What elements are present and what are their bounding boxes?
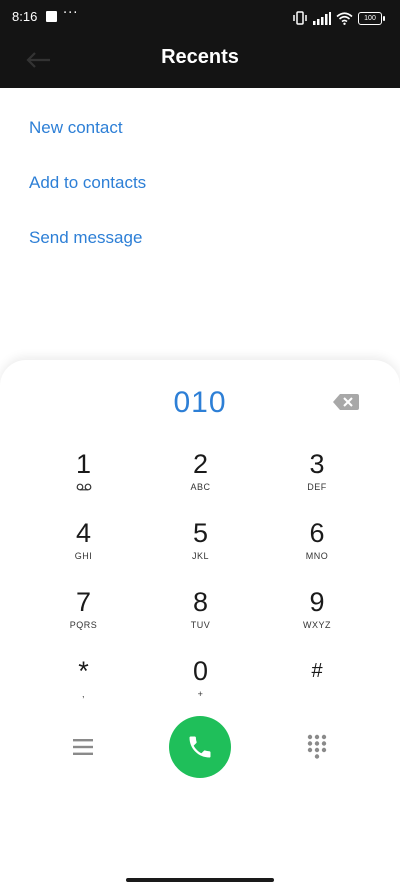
- key-7[interactable]: 7 PQRS: [25, 583, 142, 652]
- key-8[interactable]: 8 TUV: [142, 583, 259, 652]
- more-notifications-icon: ···: [63, 6, 79, 21]
- call-button[interactable]: [169, 716, 231, 778]
- key-digit: 6: [309, 518, 325, 548]
- key-hash[interactable]: #: [259, 652, 375, 721]
- key-letters: WXYZ: [303, 620, 331, 630]
- notification-icon: [46, 11, 57, 22]
- dialpad-actions: [0, 716, 400, 780]
- menu-icon[interactable]: [71, 736, 95, 758]
- top-bar: 8:16 ··· 100 Recents: [0, 0, 400, 88]
- key-1[interactable]: 1: [25, 445, 142, 514]
- key-digit: 5: [192, 518, 209, 548]
- new-contact-link[interactable]: New contact: [29, 116, 146, 171]
- signal-icon: [313, 11, 331, 25]
- key-digit: *: [78, 656, 89, 686]
- key-9[interactable]: 9 WXYZ: [259, 583, 375, 652]
- dialpad-grid-icon[interactable]: [305, 733, 329, 761]
- key-letters: JKL: [191, 551, 209, 561]
- key-digit: 2: [192, 449, 209, 479]
- key-letters: +: [197, 689, 204, 699]
- key-letters: ABC: [190, 482, 211, 492]
- key-2[interactable]: 2 ABC: [142, 445, 259, 514]
- key-letters: TUV: [190, 620, 211, 630]
- key-digit: 0: [192, 656, 209, 686]
- key-letters: GHI: [74, 551, 93, 561]
- key-digit: 4: [75, 518, 92, 548]
- header: Recents: [0, 36, 400, 88]
- action-list: New contact Add to contacts Send message: [29, 116, 146, 281]
- dialpad-sheet: 010 1 2 ABC 3 DEF 4 GHI 5 JKL 6 MNO 7 PQ…: [0, 360, 400, 889]
- status-icons: 100: [292, 9, 385, 27]
- key-letters: DEF: [307, 482, 327, 492]
- key-letters: MNO: [305, 551, 329, 561]
- key-digit: 7: [75, 587, 92, 617]
- key-digit: 9: [309, 587, 325, 617]
- key-digit: 3: [309, 449, 325, 479]
- key-0[interactable]: 0 +: [142, 652, 259, 721]
- vibrate-icon: [293, 11, 307, 25]
- key-6[interactable]: 6 MNO: [259, 514, 375, 583]
- status-time: 8:16: [12, 9, 38, 24]
- voicemail-icon: [76, 483, 91, 491]
- keypad: 1 2 ABC 3 DEF 4 GHI 5 JKL 6 MNO 7 PQRS 8…: [25, 445, 375, 721]
- key-star[interactable]: * ,: [25, 652, 142, 721]
- battery-icon: 100: [358, 11, 385, 25]
- send-message-link[interactable]: Send message: [29, 226, 146, 281]
- key-digit: 8: [192, 587, 209, 617]
- key-digit: #: [311, 660, 323, 682]
- wifi-icon: [336, 11, 353, 25]
- dialer-screen: 8:16 ··· 100 Recents New contact Add to …: [0, 0, 400, 889]
- key-digit: 1: [75, 449, 92, 479]
- phone-icon: [189, 736, 211, 758]
- page-title: Recents: [161, 46, 239, 68]
- key-letters: PQRS: [69, 620, 98, 630]
- backspace-icon[interactable]: [332, 392, 360, 412]
- key-3[interactable]: 3 DEF: [259, 445, 375, 514]
- key-4[interactable]: 4 GHI: [25, 514, 142, 583]
- key-5[interactable]: 5 JKL: [142, 514, 259, 583]
- add-to-contacts-link[interactable]: Add to contacts: [29, 171, 146, 226]
- status-bar: 8:16 ··· 100: [0, 0, 400, 36]
- key-letters: ,: [81, 689, 85, 699]
- home-indicator[interactable]: [126, 878, 274, 882]
